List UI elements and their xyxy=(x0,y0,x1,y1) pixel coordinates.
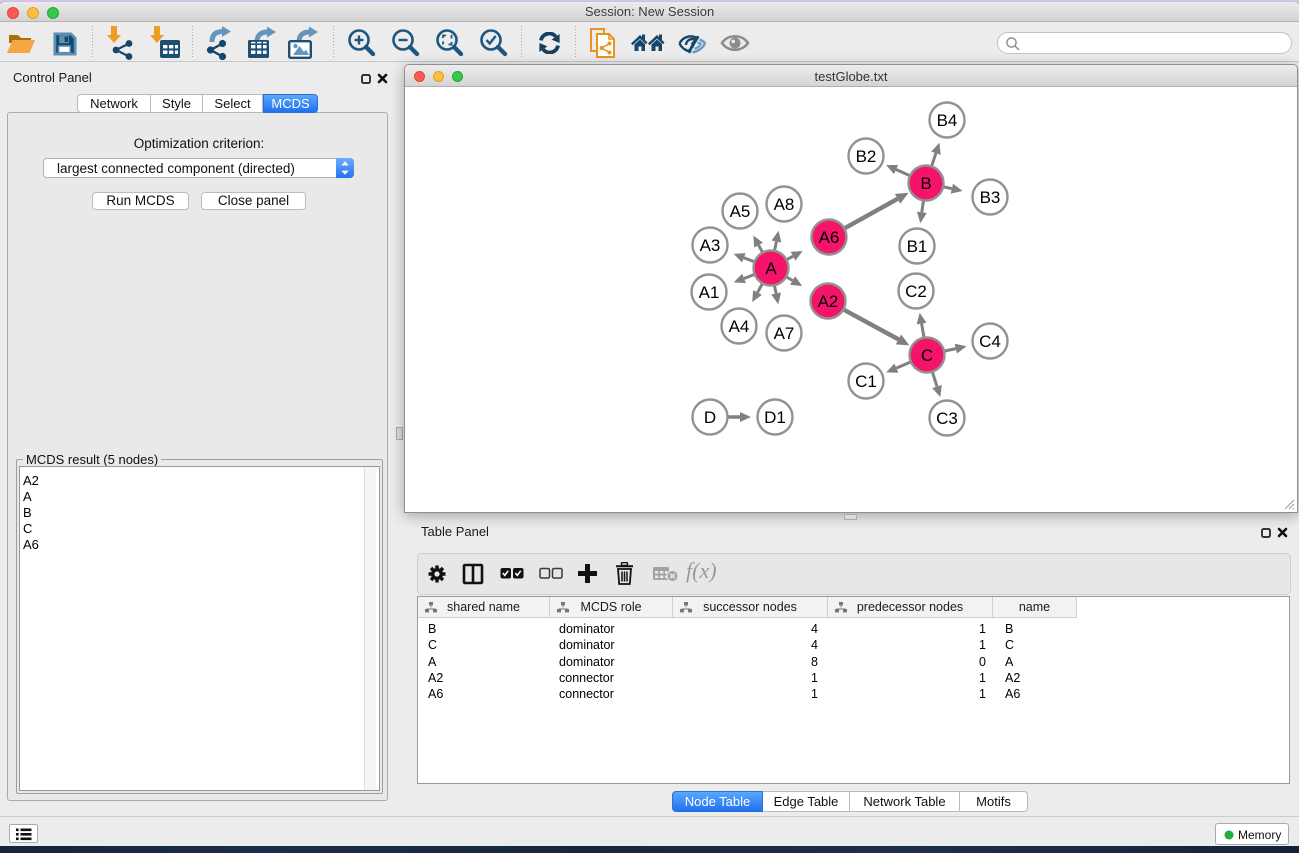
svg-text:C3: C3 xyxy=(936,409,958,428)
svg-text:B2: B2 xyxy=(856,147,877,166)
svg-text:A: A xyxy=(765,259,777,278)
svg-text:B1: B1 xyxy=(907,237,928,256)
svg-text:A5: A5 xyxy=(730,202,751,221)
svg-text:B: B xyxy=(920,174,931,193)
svg-text:C2: C2 xyxy=(905,282,927,301)
svg-text:C: C xyxy=(921,346,933,365)
svg-text:A8: A8 xyxy=(774,195,795,214)
svg-text:A2: A2 xyxy=(818,292,839,311)
svg-text:A3: A3 xyxy=(700,236,721,255)
svg-text:D: D xyxy=(704,408,716,427)
svg-text:A1: A1 xyxy=(699,283,720,302)
svg-text:D1: D1 xyxy=(764,408,786,427)
svg-text:C1: C1 xyxy=(855,372,877,391)
svg-text:B3: B3 xyxy=(980,188,1001,207)
svg-text:B4: B4 xyxy=(937,111,958,130)
svg-text:A6: A6 xyxy=(819,228,840,247)
svg-text:A4: A4 xyxy=(729,317,750,336)
svg-text:A7: A7 xyxy=(774,324,795,343)
svg-text:C4: C4 xyxy=(979,332,1001,351)
